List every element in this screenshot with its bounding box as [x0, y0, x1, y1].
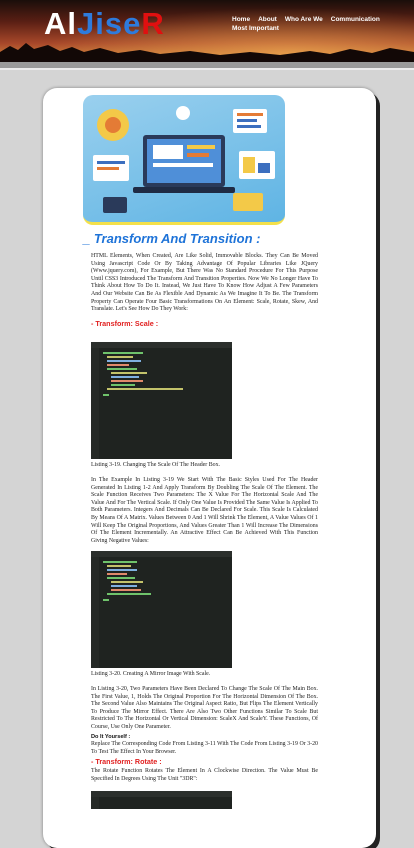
code-screenshot-3-20: [91, 551, 232, 668]
intro-paragraph: HTML Elements, When Created, Are Like So…: [91, 253, 318, 313]
nav-home[interactable]: Home: [232, 16, 250, 23]
scale-paragraph: In The Example In Listing 3-19 We Start …: [91, 477, 318, 544]
caption-listing-3-19: Listing 3-19. Changing The Scale Of The …: [91, 462, 221, 468]
nav-about[interactable]: About: [258, 16, 277, 23]
logo-part-1: Al: [44, 6, 77, 41]
hero-illustration: [83, 95, 285, 225]
code-screenshot-rotate: [91, 791, 232, 809]
logo-part-3: R: [141, 6, 165, 41]
nav-communication[interactable]: Communication: [331, 16, 380, 23]
tech-illustration: [93, 106, 275, 213]
rotate-paragraph: The Rotate Function Rotates The Element …: [91, 768, 318, 782]
mirror-paragraph: In Listing 3-20, Two Parameters Have Bee…: [91, 686, 318, 730]
do-it-yourself-text: Replace The Corresponding Code From List…: [91, 741, 318, 755]
logo-part-2: Jise: [77, 6, 142, 41]
scale-heading: - Transform: Scale :: [91, 319, 159, 328]
site-logo[interactable]: AlJiseR: [44, 5, 165, 43]
trees-silhouette: [0, 43, 414, 62]
nav-most-important[interactable]: Most Important: [232, 25, 279, 32]
code-screenshot-3-19: [91, 342, 232, 459]
caption-listing-3-20: Listing 3-20. Creating A Mirror Image Wi…: [91, 671, 211, 677]
rotate-heading: - Transform: Rotate :: [91, 757, 162, 766]
nav-who-are-we[interactable]: Who Are We: [285, 16, 323, 23]
main-nav: Home About Who Are We Communication Most Im…: [232, 15, 408, 33]
do-it-yourself-heading: Do It Yourself :: [91, 734, 131, 740]
header-divider-light: [0, 68, 414, 70]
article-title: _ Transform And Transition :: [83, 231, 261, 246]
site-header: AlJiseR Home About Who Are We Communication…: [0, 0, 414, 62]
